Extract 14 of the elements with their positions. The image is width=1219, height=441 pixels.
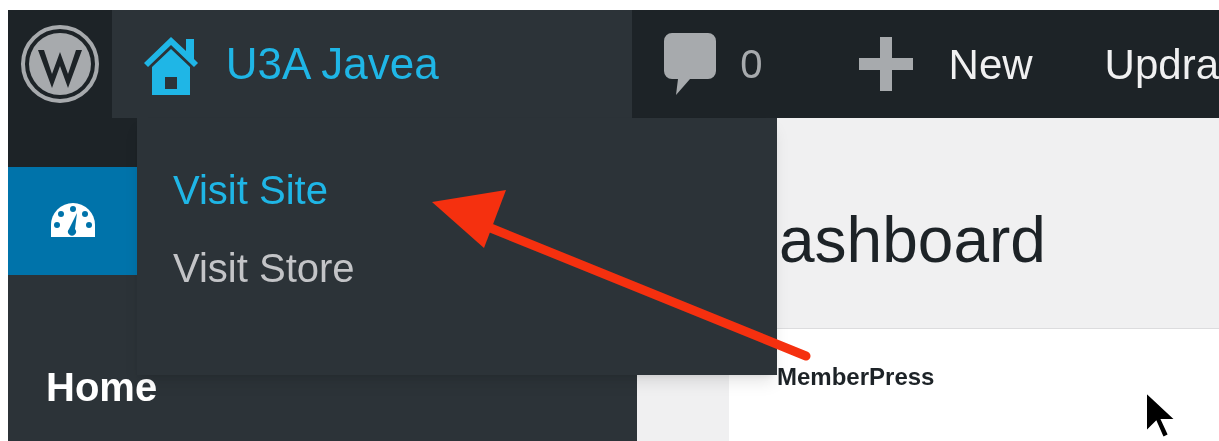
dashboard-menu-item[interactable] <box>8 167 137 275</box>
wordpress-logo-icon[interactable] <box>19 24 100 104</box>
dropdown-menu-item[interactable]: Visit Store <box>173 248 777 288</box>
dropdown-menu-item[interactable]: Visit Site <box>173 170 777 210</box>
toolbar-item-label[interactable]: Updra <box>1104 32 1219 96</box>
page-title: ashboard <box>778 208 1047 272</box>
speech-bubble-icon[interactable] <box>664 33 717 95</box>
widget-title: MemberPress <box>777 363 935 390</box>
comment-count: 0 <box>740 41 763 88</box>
plus-icon[interactable] <box>858 37 913 91</box>
site-name-menu[interactable]: U3A Javea <box>111 10 633 118</box>
new-menu-label[interactable]: New <box>948 32 1033 96</box>
site-name: U3A Javea <box>225 38 439 90</box>
gauge-icon <box>50 203 95 239</box>
